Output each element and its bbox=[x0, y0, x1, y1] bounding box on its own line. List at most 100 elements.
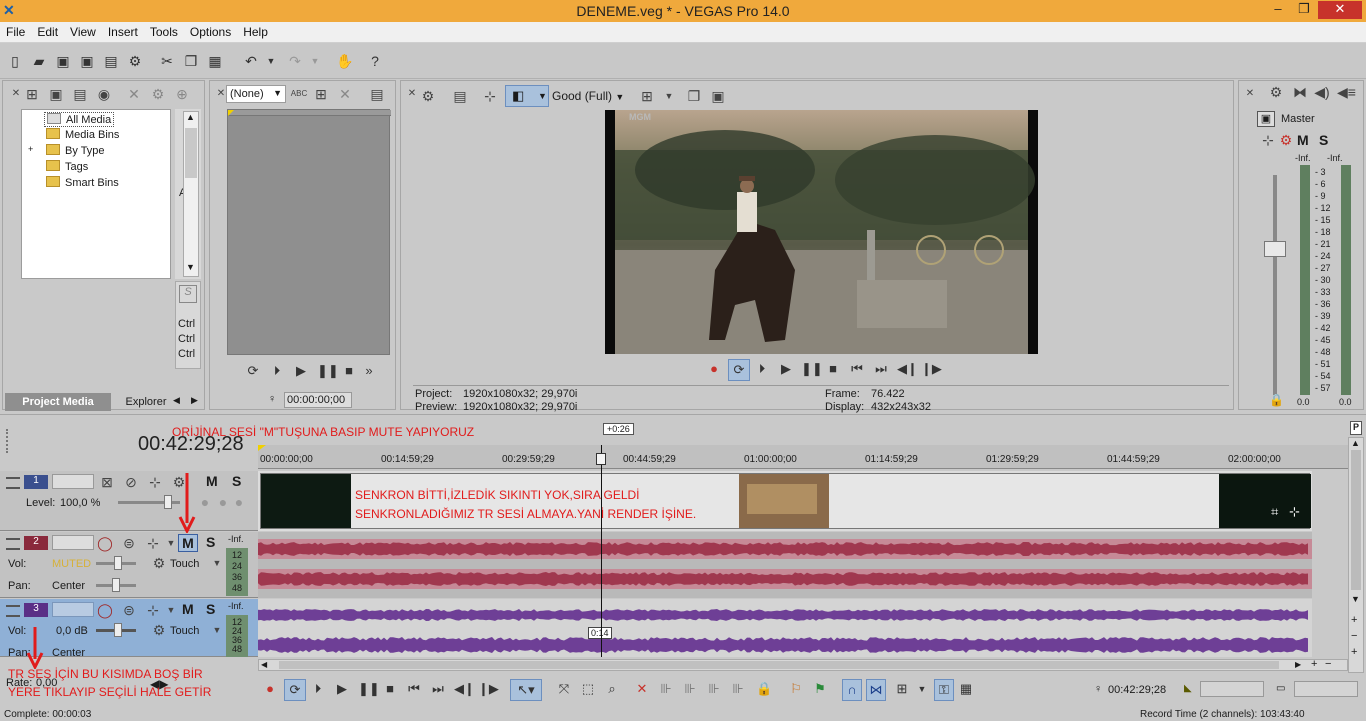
scroll-thumb[interactable] bbox=[185, 128, 197, 178]
redo-icon[interactable]: ↷ bbox=[286, 52, 304, 70]
track-2-mode-dropdown-icon[interactable]: ▼ bbox=[208, 554, 226, 572]
menu-tools[interactable]: Tools bbox=[144, 22, 184, 39]
split-screen-icon[interactable]: ⊹ bbox=[481, 87, 499, 105]
track-3-collapse-icon[interactable] bbox=[6, 605, 20, 617]
trimmer-settings-icon[interactable]: ⊞ bbox=[312, 85, 330, 103]
master-fx-icon[interactable]: ⊹ bbox=[1259, 131, 1277, 149]
scroll-down-icon[interactable]: ▼ bbox=[186, 262, 195, 272]
trimmer-dropdown[interactable]: (None) ▼ bbox=[226, 85, 286, 103]
tab-explorer[interactable]: Explorer bbox=[123, 393, 169, 411]
menu-insert[interactable]: Insert bbox=[102, 22, 144, 39]
insert-region-icon[interactable]: ⚑ bbox=[812, 681, 828, 697]
media-scrollbar[interactable]: ▲ ▼ bbox=[183, 111, 199, 277]
tl-pause-icon[interactable]: ❚❚ bbox=[358, 681, 380, 697]
preview-quality-select[interactable]: Good (Full) ▼ bbox=[552, 89, 624, 103]
next-frame-icon[interactable]: ❙▶ bbox=[921, 361, 942, 377]
track-1-level-thumb[interactable] bbox=[164, 495, 172, 509]
pause-preview-icon[interactable]: ❚❚ bbox=[801, 361, 823, 377]
auto-crossfade-icon[interactable]: ⋈ bbox=[866, 679, 886, 701]
tl-play-from-start-icon[interactable]: ⏵ bbox=[310, 681, 326, 697]
pause-icon[interactable]: ❚❚ bbox=[317, 363, 339, 379]
tl-record-icon[interactable]: ● bbox=[262, 681, 278, 697]
media-fx-icon[interactable]: ⊕ bbox=[173, 85, 191, 103]
track-3-mode-dropdown-icon[interactable]: ▼ bbox=[208, 621, 226, 639]
undo-dropdown-icon[interactable]: ▼ bbox=[262, 52, 280, 70]
track-1-parent-icon[interactable]: ● bbox=[230, 493, 248, 511]
maximize-button[interactable]: ❐ bbox=[1291, 1, 1317, 19]
lock-icon[interactable]: 🔒 bbox=[756, 681, 772, 697]
track-2-name-field[interactable] bbox=[52, 535, 94, 550]
event-fx-icon[interactable]: ⊹ bbox=[1289, 504, 1300, 520]
go-to-start-icon[interactable]: ⏮ bbox=[849, 361, 865, 377]
tree-item-smart-bins[interactable]: Smart Bins bbox=[46, 176, 119, 189]
track-1-collapse-icon[interactable] bbox=[6, 477, 20, 489]
playhead-handle[interactable] bbox=[596, 453, 606, 465]
timeline-horizontal-scrollbar[interactable]: ◀ ▶ + − bbox=[258, 658, 1348, 671]
vscroll-thumb[interactable] bbox=[1351, 450, 1361, 590]
track-1-mute-button[interactable]: M bbox=[206, 473, 218, 489]
play-from-start-preview-icon[interactable]: ⏵ bbox=[754, 361, 770, 377]
track-3-fx-icon[interactable]: ⊹ bbox=[144, 601, 162, 619]
split-icon[interactable]: ⊪ bbox=[730, 681, 746, 697]
previous-frame-icon[interactable]: ◀❙ bbox=[897, 361, 918, 377]
tl-prev-frame-icon[interactable]: ◀❙ bbox=[454, 681, 475, 697]
help-icon[interactable]: ? bbox=[366, 52, 384, 70]
media-properties-icon[interactable]: ⚙ bbox=[149, 85, 167, 103]
master-settings-icon[interactable]: ⚙ bbox=[1277, 131, 1295, 149]
web-icon[interactable]: ◉ bbox=[95, 85, 113, 103]
hscroll-thumb[interactable] bbox=[279, 661, 1279, 669]
close-master-icon[interactable]: ✕ bbox=[1241, 85, 1259, 103]
zoom-in-vertical-icon[interactable]: + bbox=[1351, 614, 1357, 626]
trim-start-icon[interactable]: ⊪ bbox=[682, 681, 698, 697]
ignore-grouping-icon[interactable]: ▦ bbox=[958, 681, 974, 697]
trimmer-list-icon[interactable]: ▤ bbox=[368, 85, 386, 103]
dim-output-icon[interactable]: ◀≡ bbox=[1337, 83, 1356, 101]
zoom-tool-icon[interactable]: ⌕ bbox=[604, 681, 620, 697]
track-3-vol-thumb[interactable] bbox=[114, 623, 122, 637]
capture-icon[interactable]: ▣ bbox=[47, 85, 65, 103]
play-from-start-icon[interactable]: ⏵ bbox=[269, 363, 285, 379]
loop-playback-icon[interactable]: ⟳ bbox=[728, 359, 750, 381]
tree-item-all-media[interactable]: All Media bbox=[44, 112, 115, 127]
save-icon[interactable]: ▣ bbox=[54, 52, 72, 70]
auto-ripple-icon[interactable]: ⊞ bbox=[894, 681, 910, 697]
close-button[interactable]: ✕ bbox=[1318, 1, 1362, 19]
copy-snapshot-icon[interactable]: ❐ bbox=[685, 87, 703, 105]
track-3-name-field[interactable] bbox=[52, 602, 94, 617]
hscroll-left-icon[interactable]: ◀ bbox=[261, 660, 267, 669]
vscroll-up-icon[interactable]: ▲ bbox=[1351, 438, 1360, 448]
spell-abc-icon[interactable]: ABC bbox=[290, 85, 308, 103]
preview-mode-button[interactable]: ◧ ▼ bbox=[505, 85, 549, 107]
import-media-icon[interactable]: ⊞ bbox=[23, 85, 41, 103]
track-1-composite-mode-icon[interactable]: ● bbox=[196, 493, 214, 511]
selection-length-field[interactable] bbox=[1294, 681, 1358, 697]
menu-help[interactable]: Help bbox=[237, 22, 274, 39]
speaker-icon[interactable]: ◀) bbox=[1313, 83, 1331, 101]
properties-gear-icon[interactable]: ⚙ bbox=[126, 52, 144, 70]
tab-scroll-right-icon[interactable]: ▶ bbox=[191, 395, 198, 406]
menu-view[interactable]: View bbox=[64, 22, 102, 39]
track-3-automation-gear-icon[interactable]: ⚙ bbox=[150, 621, 168, 639]
master-solo-button[interactable]: S bbox=[1319, 132, 1328, 148]
track-header-1[interactable]: 1 ⊠ ⊘ ⊹ ⚙ M S Level: 100,0 % ● ● ● bbox=[0, 471, 258, 531]
play-icon[interactable]: ▶ bbox=[293, 363, 309, 379]
track-2-pan-thumb[interactable] bbox=[112, 578, 120, 592]
trim-icon[interactable]: ⊪ bbox=[658, 681, 674, 697]
enable-snapping-icon[interactable]: ✋ bbox=[336, 52, 354, 70]
zoom-out-horizontal-icon[interactable]: − bbox=[1325, 658, 1331, 670]
timeline-vertical-scrollbar[interactable]: ▲ ▼ + − + bbox=[1348, 437, 1364, 673]
zoom-in-horizontal-icon[interactable]: + bbox=[1311, 658, 1317, 670]
save-snapshot-icon[interactable]: ▣ bbox=[709, 87, 727, 105]
master-fader-thumb[interactable] bbox=[1264, 241, 1286, 257]
insert-marker-icon[interactable]: ⚐ bbox=[788, 681, 804, 697]
track-3-solo-button[interactable]: S bbox=[206, 601, 215, 617]
render-as-icon[interactable]: ▤ bbox=[102, 52, 120, 70]
track-2-vol-thumb[interactable] bbox=[114, 556, 122, 570]
tl-go-start-icon[interactable]: ⏮ bbox=[406, 681, 422, 697]
tl-loop-icon[interactable]: ⟳ bbox=[284, 679, 306, 701]
delete-icon[interactable]: ✕ bbox=[634, 681, 650, 697]
loop-icon[interactable]: ⟳ bbox=[245, 363, 261, 379]
playhead-cursor[interactable] bbox=[601, 445, 602, 657]
save-as-icon[interactable]: ▣ bbox=[78, 52, 96, 70]
undo-icon[interactable]: ↶ bbox=[242, 52, 260, 70]
